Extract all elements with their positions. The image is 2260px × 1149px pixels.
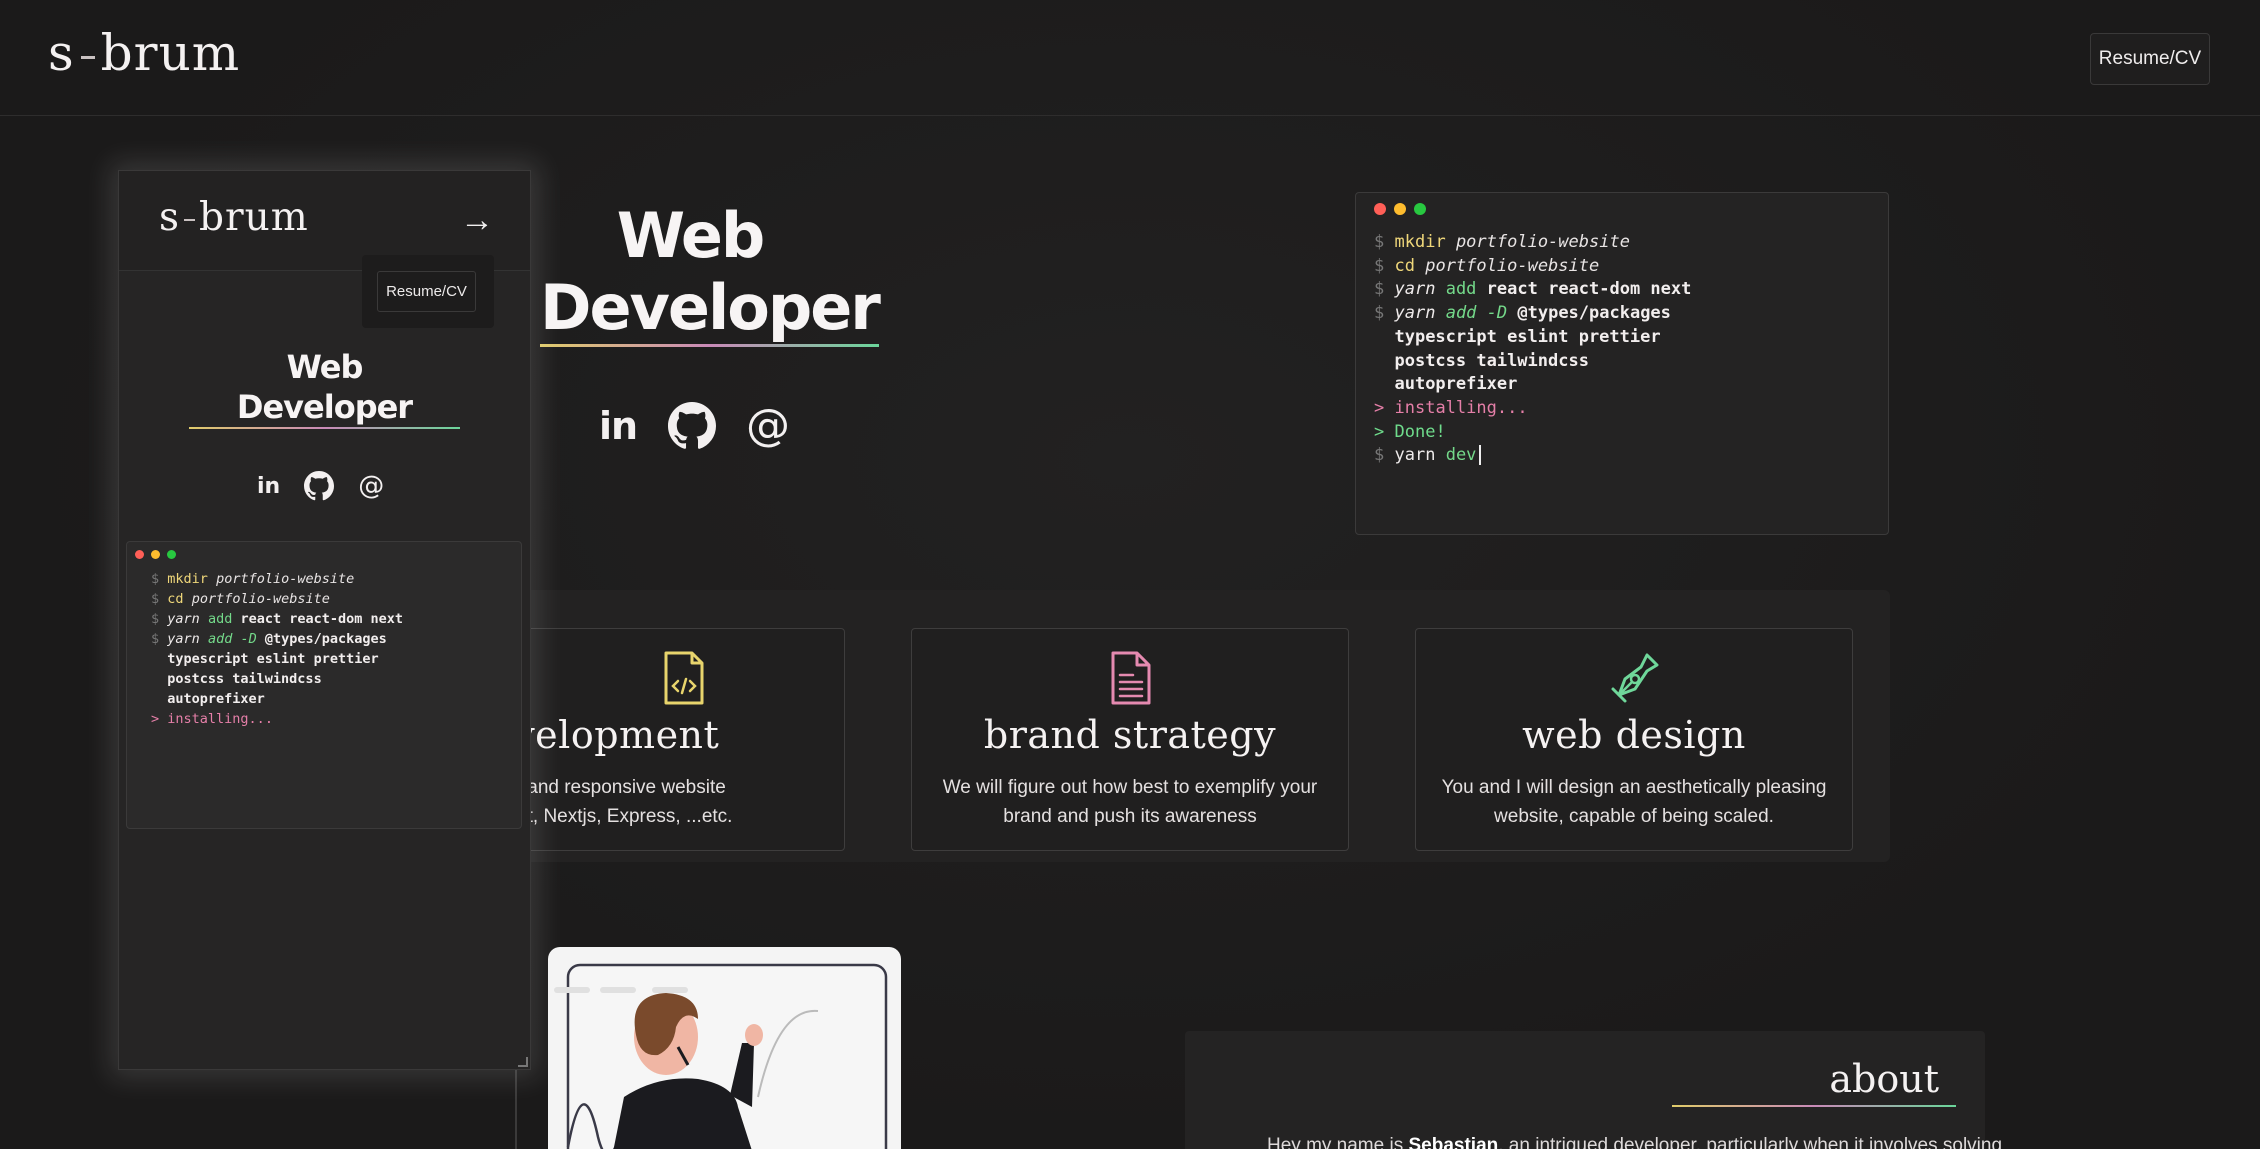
resume-button[interactable]: Resume/CV — [2090, 33, 2210, 85]
terminal-line: typescript eslint prettier — [167, 651, 379, 667]
terminal-line: $ mkdir portfolio-website — [151, 571, 355, 587]
terminal-body: $ mkdir portfolio-website $ cd portfolio… — [135, 569, 513, 729]
hero-title: Web Developer — [540, 199, 881, 347]
mobile-preview: s brum → Resume/CV Web Developer in @ $ … — [118, 170, 531, 1070]
about-text: Hey my name is Sebastian, an intrigued d… — [1267, 1135, 2003, 1149]
email-icon[interactable]: @ — [746, 400, 790, 451]
terminal-line: $ cd portfolio-website — [151, 591, 330, 607]
email-icon[interactable]: @ — [358, 471, 384, 501]
window-controls — [135, 550, 513, 559]
terminal-line: autoprefixer — [167, 691, 265, 707]
mobile-menu-dropdown: Resume/CV — [362, 255, 494, 328]
mobile-terminal-window: $ mkdir portfolio-website $ cd portfolio… — [126, 541, 522, 829]
code-file-icon — [664, 651, 704, 705]
terminal-line: $ yarn add -D @types/packages — [1374, 303, 1671, 324]
hero-title-line1: Web — [616, 199, 766, 272]
github-icon[interactable] — [304, 471, 335, 501]
linkedin-icon[interactable]: in — [257, 474, 280, 499]
terminal-line: > Done! — [1374, 421, 1446, 442]
terminal-line: autoprefixer — [1394, 374, 1518, 395]
service-title: brand strategy — [983, 713, 1277, 757]
terminal-line: > installing... — [151, 711, 273, 727]
github-icon[interactable] — [668, 401, 716, 450]
terminal-body: $ mkdir portfolio-website $ cd portfolio… — [1374, 231, 1870, 468]
developer-illustration — [548, 947, 901, 1149]
document-icon — [1111, 651, 1151, 705]
arrow-right-icon[interactable]: → — [460, 201, 494, 240]
logo-dash — [80, 55, 95, 59]
service-title: web design — [1522, 713, 1746, 757]
terminal-line: postcss tailwindcss — [167, 671, 322, 687]
terminal-line: $ yarn dev — [1374, 444, 1870, 468]
terminal-line: $ yarn add -D @types/packages — [151, 631, 387, 647]
terminal-line: $ mkdir portfolio-website — [1374, 232, 1630, 252]
logo-left: s — [48, 24, 75, 82]
terminal-line: $ cd portfolio-website — [1374, 255, 1600, 276]
window-controls — [1374, 203, 1870, 215]
site-logo[interactable]: s brum — [48, 24, 240, 82]
terminal-line: $ yarn add react react-dom next — [151, 611, 404, 627]
terminal-caret — [1479, 445, 1482, 466]
mobile-social-links: in @ — [257, 471, 384, 501]
about-section: about Hey my name is Sebastian, an intri… — [1185, 1031, 2002, 1149]
terminal-line: > installing... — [1374, 397, 1528, 418]
service-card-web-design: web design You and I will design an aest… — [1415, 628, 1853, 851]
maximize-dot — [1414, 203, 1426, 215]
top-navbar: s brum Resume/CV — [0, 0, 2260, 116]
logo-right: brum — [100, 24, 241, 82]
service-description: You and I will design an aesthetically p… — [1441, 777, 1827, 827]
about-underline — [1672, 1105, 1956, 1107]
service-description: We will figure out how best to exemplify… — [942, 777, 1318, 827]
service-card-brand-strategy: brand strategy We will figure out how be… — [911, 628, 1349, 851]
terminal-window: $ mkdir portfolio-website $ cd portfolio… — [1355, 192, 1889, 535]
mobile-resume-button[interactable]: Resume/CV — [377, 271, 476, 312]
terminal-line: postcss tailwindcss — [1394, 350, 1589, 371]
pen-nib-icon — [1611, 653, 1659, 703]
about-heading: about — [1829, 1057, 1939, 1101]
page: s brum Resume/CV Web Developer in @ $ mkd… — [0, 0, 2260, 1149]
mobile-hero-title: Web Developer — [119, 347, 530, 429]
minimize-dot — [1394, 203, 1406, 215]
terminal-line: typescript eslint prettier — [1394, 326, 1661, 347]
close-dot — [1374, 203, 1386, 215]
terminal-line: $ yarn add react react-dom next — [1374, 279, 1692, 300]
social-links: in @ — [598, 400, 790, 451]
hero-title-line2: Developer — [540, 272, 881, 347]
linkedin-icon[interactable]: in — [598, 404, 638, 448]
mobile-logo[interactable]: s brum — [159, 195, 309, 240]
resize-handle[interactable] — [518, 1057, 528, 1067]
